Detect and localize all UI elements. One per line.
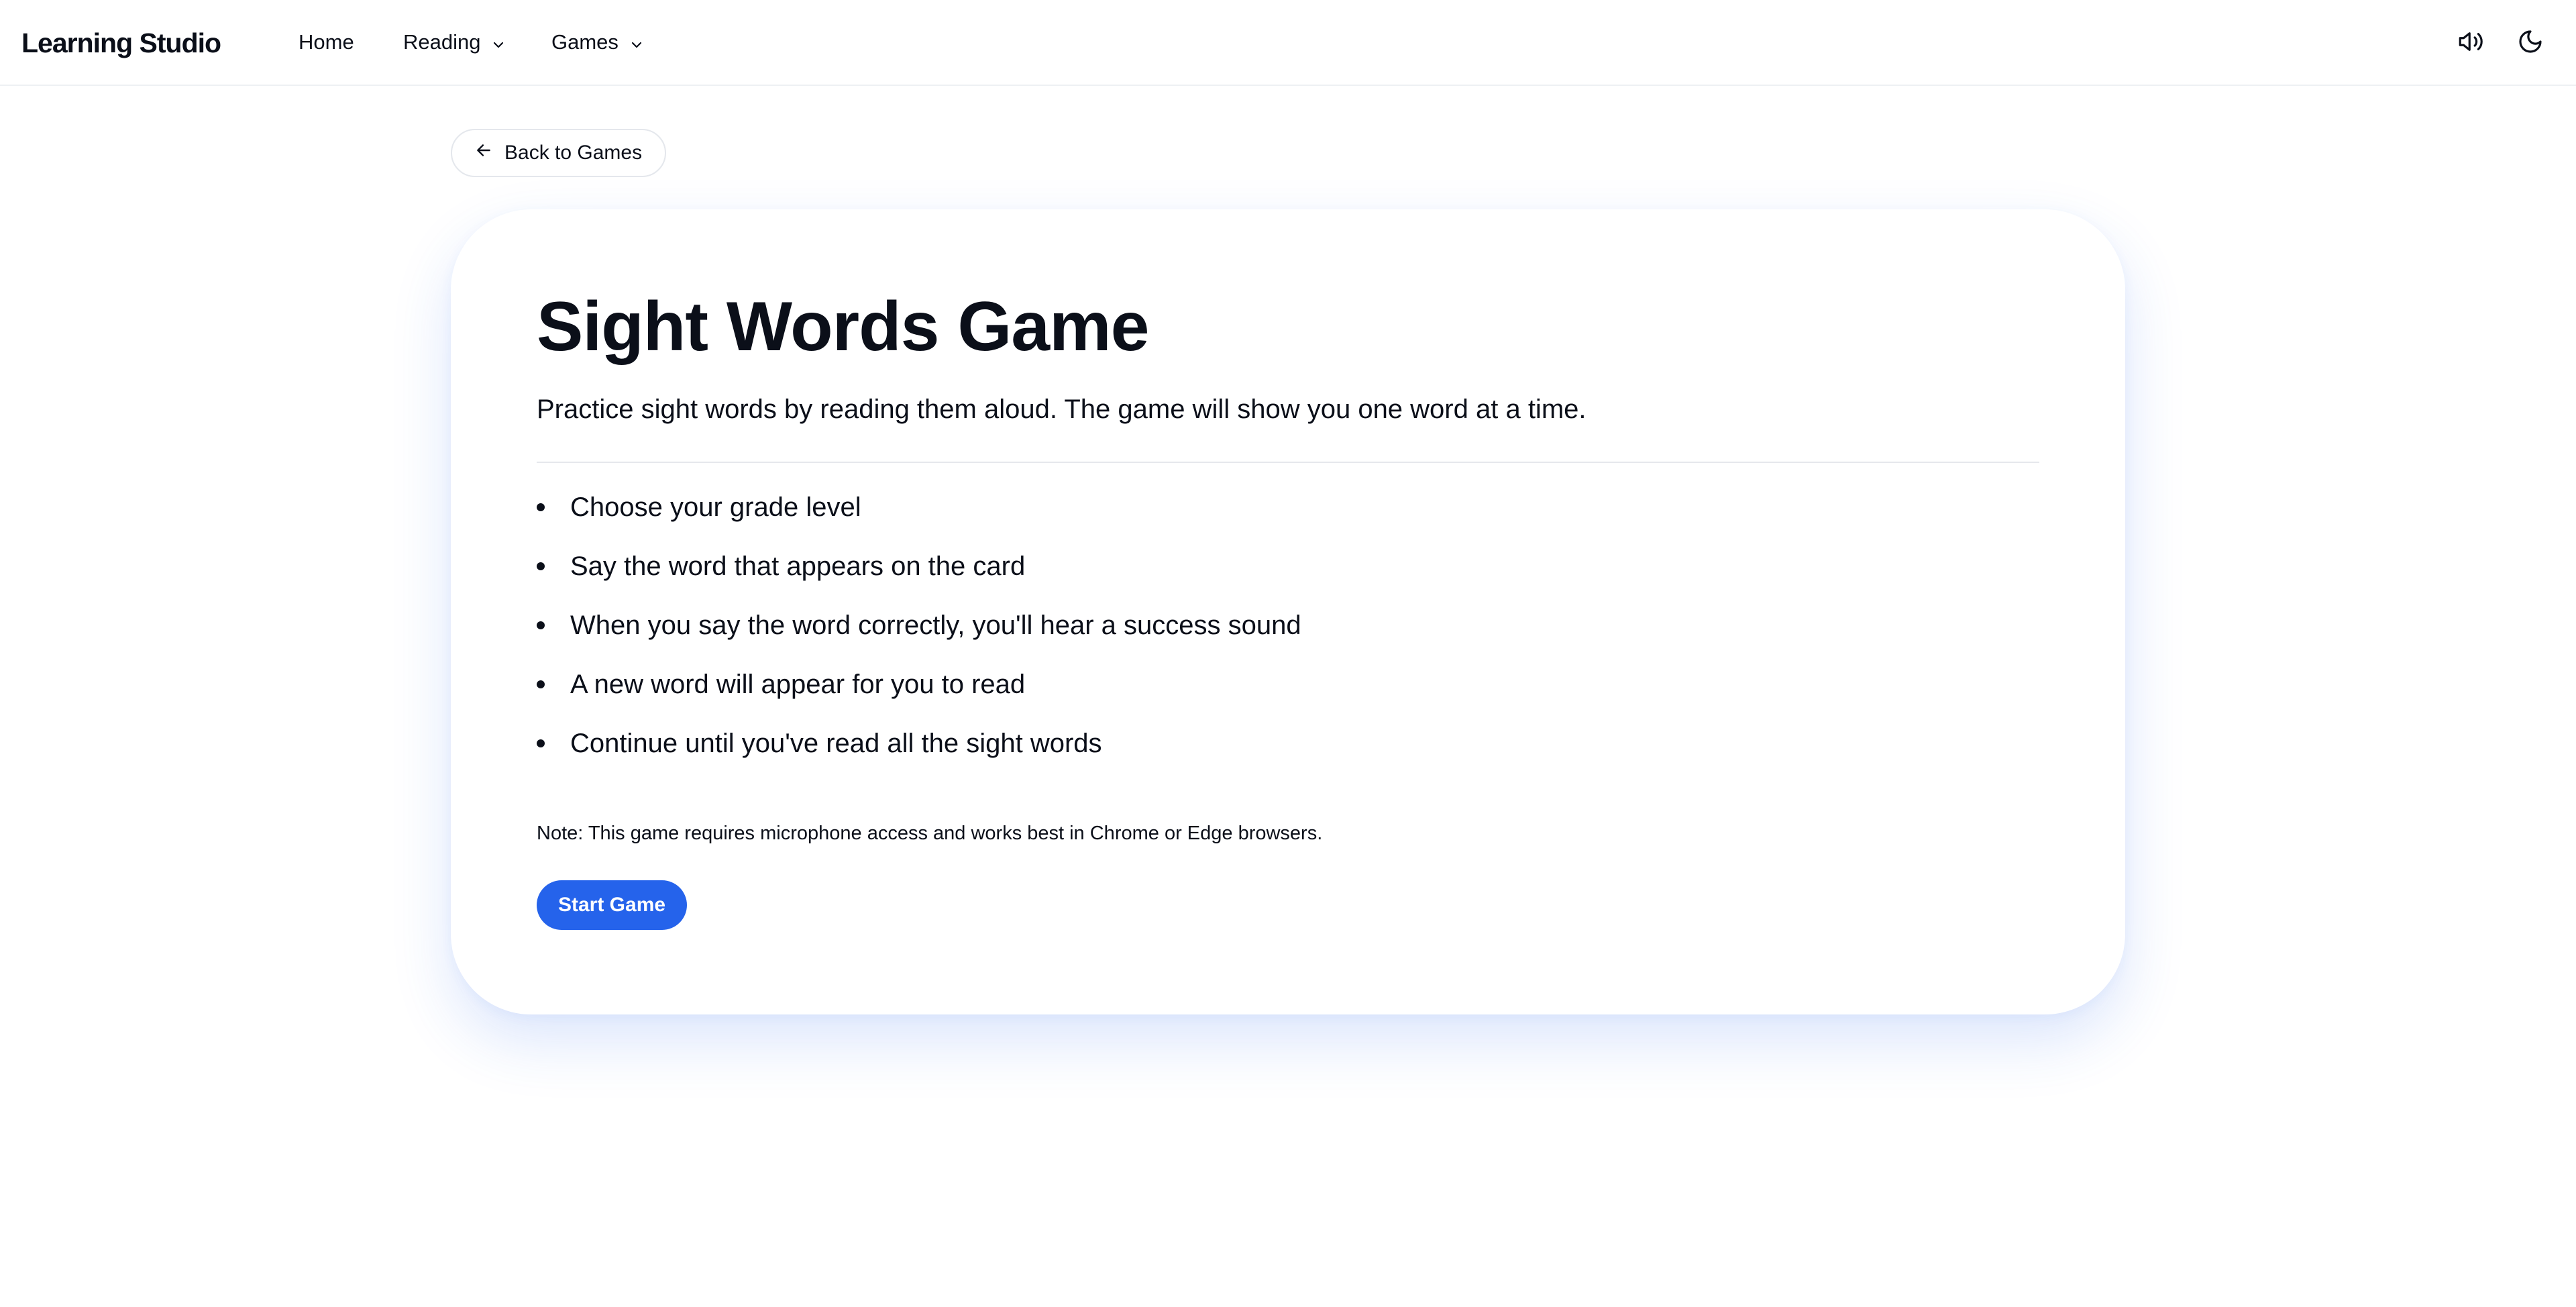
- start-game-button[interactable]: Start Game: [537, 880, 688, 930]
- game-description: Practice sight words by reading them alo…: [537, 395, 1587, 424]
- back-to-games-button[interactable]: Back to Games: [451, 129, 667, 177]
- bullet-icon: [537, 562, 545, 570]
- nav-games-label: Games: [551, 30, 619, 54]
- moon-icon: [2517, 28, 2544, 58]
- bullet-icon: [537, 680, 545, 688]
- sound-toggle-button[interactable]: [2452, 24, 2489, 62]
- bullet-icon: [537, 739, 545, 747]
- instructions-list: Choose your grade level Say the word tha…: [537, 490, 1301, 785]
- instruction-text: When you say the word correctly, you'll …: [570, 611, 1301, 640]
- instruction-text: Choose your grade level: [570, 492, 861, 522]
- arrow-left-icon: [475, 142, 492, 164]
- start-game-label: Start Game: [558, 894, 666, 916]
- theme-toggle-button[interactable]: [2512, 24, 2549, 62]
- instruction-item: When you say the word correctly, you'll …: [537, 608, 1301, 667]
- nav-games-menu[interactable]: Games: [551, 28, 642, 58]
- divider: [537, 462, 2039, 463]
- nav-reading-label: Reading: [403, 30, 481, 54]
- browser-requirements-note: Note: This game requires microphone acce…: [537, 823, 1323, 844]
- instruction-item: Choose your grade level: [537, 490, 1301, 549]
- back-to-games-label: Back to Games: [504, 142, 643, 164]
- brand-logo[interactable]: Learning Studio: [21, 25, 221, 60]
- chevron-down-icon: [493, 28, 504, 56]
- instruction-text: A new word will appear for you to read: [570, 670, 1026, 699]
- game-title: Sight Words Game: [537, 288, 1149, 366]
- nav-home-label: Home: [299, 30, 354, 54]
- bullet-icon: [537, 621, 545, 629]
- instruction-text: Continue until you've read all the sight…: [570, 729, 1102, 758]
- instruction-item: Continue until you've read all the sight…: [537, 726, 1301, 785]
- instruction-item: A new word will appear for you to read: [537, 667, 1301, 726]
- game-intro-card: Sight Words Game Practice sight words by…: [451, 209, 2125, 1014]
- instruction-item: Say the word that appears on the card: [537, 549, 1301, 608]
- chevron-down-icon: [631, 28, 642, 56]
- instruction-text: Say the word that appears on the card: [570, 552, 1026, 581]
- nav-home-link[interactable]: Home: [299, 28, 354, 56]
- speaker-icon: [2457, 28, 2485, 59]
- nav-reading-menu[interactable]: Reading: [403, 28, 504, 58]
- bullet-icon: [537, 503, 545, 511]
- top-navigation: Learning Studio Home Reading Games: [0, 0, 2576, 86]
